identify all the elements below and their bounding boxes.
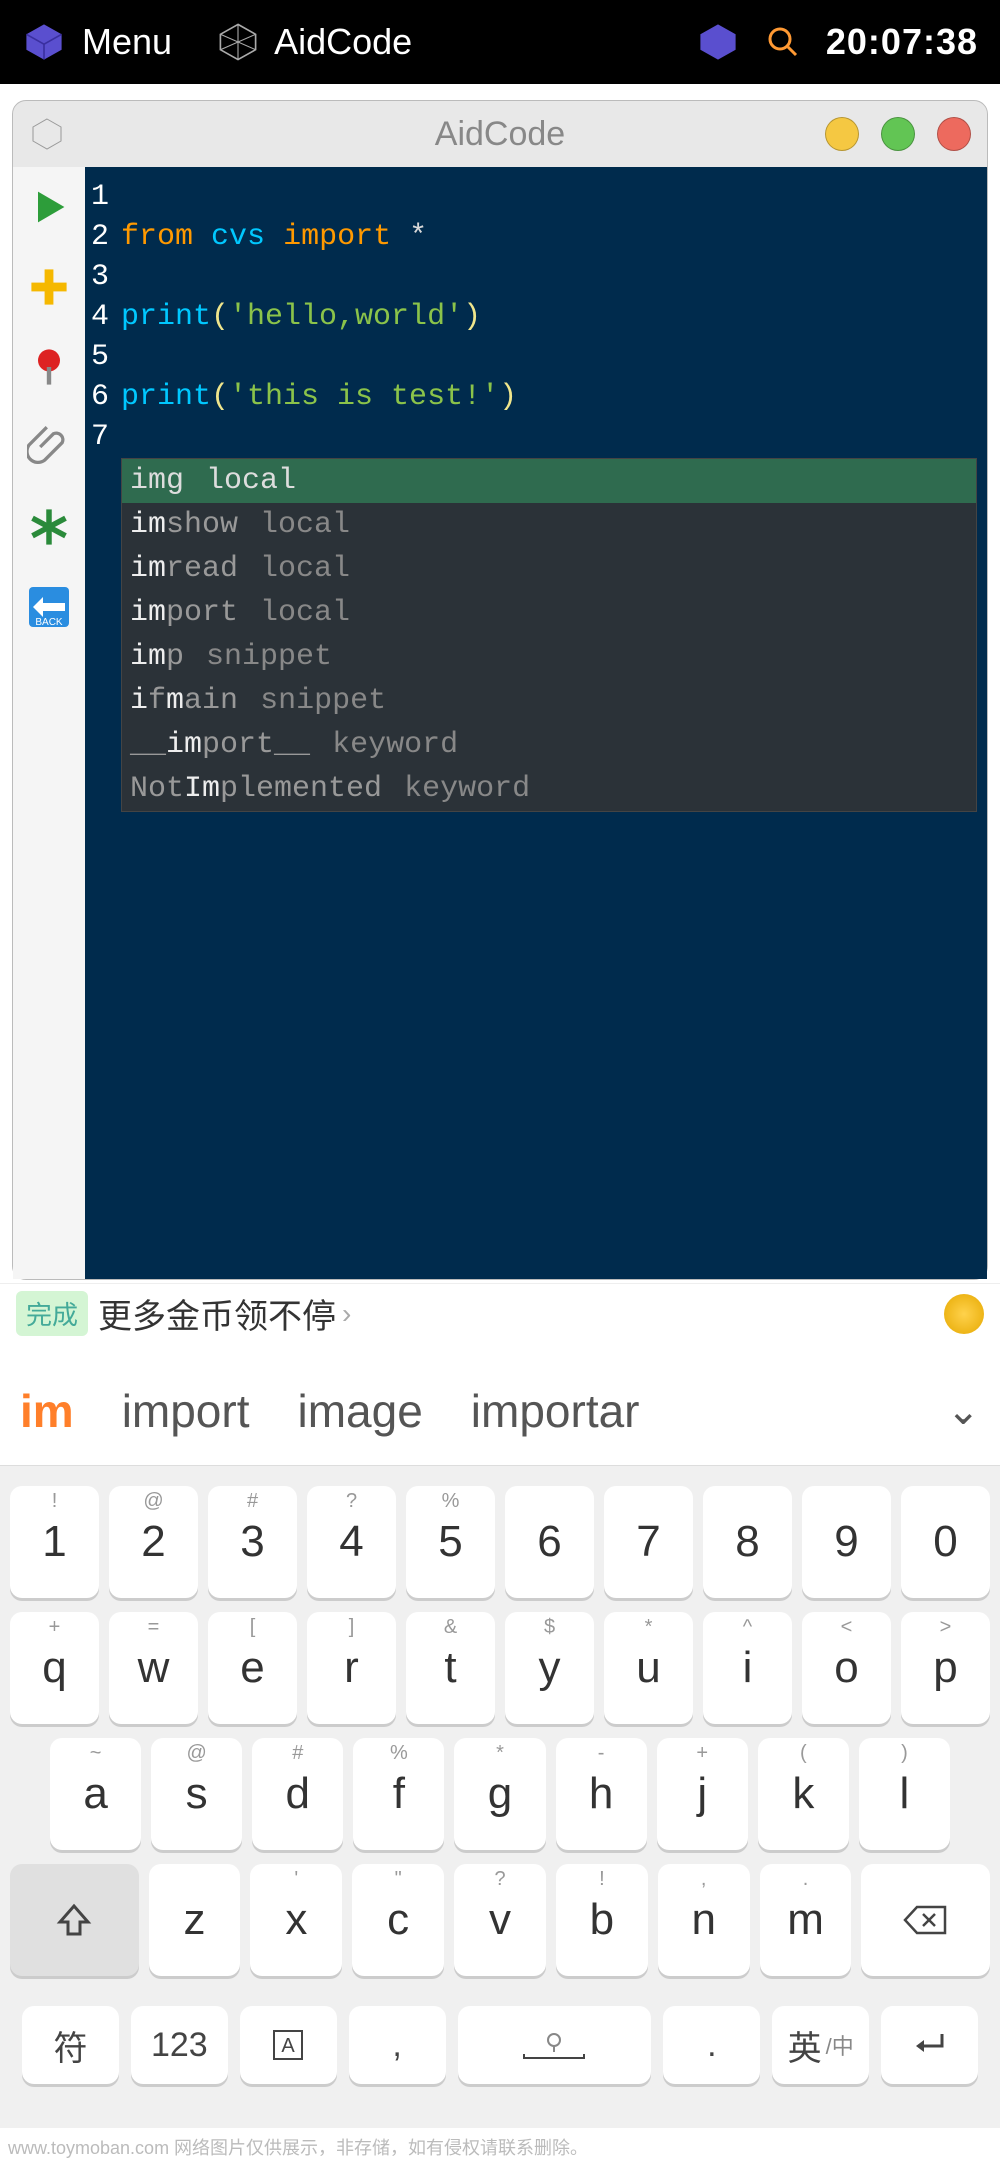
menu-label[interactable]: Menu xyxy=(82,21,172,63)
close-button[interactable] xyxy=(937,117,971,151)
search-icon[interactable] xyxy=(766,25,800,59)
editor-toolbar: BACK xyxy=(13,167,85,1279)
svg-text:BACK: BACK xyxy=(35,617,63,628)
app-name[interactable]: AidCode xyxy=(274,21,412,63)
key-9[interactable]: 9 xyxy=(802,1486,891,1598)
add-icon[interactable] xyxy=(27,265,71,309)
ad-tag: 完成 xyxy=(16,1291,88,1336)
maximize-button[interactable] xyxy=(881,117,915,151)
key-3[interactable]: #3 xyxy=(208,1486,297,1598)
key-row-1: !1@2#3?4%567890 xyxy=(10,1486,990,1598)
run-icon[interactable] xyxy=(27,185,71,229)
key-r[interactable]: ]r xyxy=(307,1612,396,1724)
soft-keyboard: im import image importar ⌄ !1@2#3?4%567890 +… xyxy=(0,1356,1000,2128)
key-k[interactable]: (k xyxy=(758,1738,849,1850)
key-l[interactable]: )l xyxy=(859,1738,950,1850)
suggestion-item[interactable]: importar xyxy=(471,1384,640,1438)
autocomplete-item[interactable]: __import__keyword xyxy=(122,723,976,767)
key-y[interactable]: $y xyxy=(505,1612,594,1724)
suggestion-item[interactable]: im xyxy=(20,1384,74,1438)
suggestion-item[interactable]: image xyxy=(298,1384,423,1438)
key-z[interactable]: z xyxy=(149,1864,241,1976)
key-s[interactable]: @s xyxy=(151,1738,242,1850)
key-f[interactable]: %f xyxy=(353,1738,444,1850)
cube-icon xyxy=(22,20,66,64)
key-h[interactable]: -h xyxy=(556,1738,647,1850)
comma-key[interactable]: , xyxy=(349,2006,446,2084)
minimize-button[interactable] xyxy=(825,117,859,151)
key-v[interactable]: ?v xyxy=(454,1864,546,1976)
window-controls xyxy=(825,117,971,151)
asterisk-icon[interactable] xyxy=(27,505,71,549)
key-row-3: ~a@s#d%f*g-h+j(k)l xyxy=(10,1738,990,1850)
autocomplete-popup[interactable]: imglocalimshowlocalimreadlocalimportloca… xyxy=(121,458,977,812)
key-row-4: z'x"c?v!b,n.m xyxy=(10,1864,990,1976)
key-a[interactable]: ~a xyxy=(50,1738,141,1850)
key-2[interactable]: @2 xyxy=(109,1486,198,1598)
autocomplete-item[interactable]: ifmainsnippet xyxy=(122,679,976,723)
line-gutter: 1234567 xyxy=(85,177,115,457)
key-4[interactable]: ?4 xyxy=(307,1486,396,1598)
period-key[interactable]: . xyxy=(663,2006,760,2084)
key-u[interactable]: *u xyxy=(604,1612,693,1724)
autocomplete-item[interactable]: NotImplementedkeyword xyxy=(122,767,976,811)
key-8[interactable]: 8 xyxy=(703,1486,792,1598)
app-window: AidCode BACK 1234567 from cvs import * p… xyxy=(12,100,988,1280)
svg-text:A: A xyxy=(282,2035,296,2057)
ad-banner[interactable]: 完成 更多金币领不停 › xyxy=(0,1283,1000,1343)
key-m[interactable]: .m xyxy=(760,1864,852,1976)
chevron-down-icon[interactable]: ⌄ xyxy=(946,1388,980,1434)
key-w[interactable]: =w xyxy=(109,1612,198,1724)
watermark-footer: www.toymoban.com 网络图片仅供展示，非存储，如有侵权请联系删除。 xyxy=(0,2128,1000,2166)
coin-icon[interactable] xyxy=(944,1294,984,1334)
ad-text: 更多金币领不停 xyxy=(98,1289,336,1338)
key-d[interactable]: #d xyxy=(252,1738,343,1850)
key-row-2: +q=w[e]r&t$y*u^i<o>p xyxy=(10,1612,990,1724)
autocomplete-item[interactable]: imreadlocal xyxy=(122,547,976,591)
key-i[interactable]: ^i xyxy=(703,1612,792,1724)
chevron-right-icon: › xyxy=(342,1298,351,1330)
keyboard-bottom-row: 符 123 A , . 英/中 xyxy=(10,1990,990,2100)
autocomplete-item[interactable]: imshowlocal xyxy=(122,503,976,547)
space-key[interactable] xyxy=(458,2006,652,2084)
title-bar: AidCode xyxy=(13,101,987,167)
key-x[interactable]: 'x xyxy=(250,1864,342,1976)
input-mode-key[interactable]: A xyxy=(240,2006,337,2084)
key-b[interactable]: !b xyxy=(556,1864,648,1976)
key-0[interactable]: 0 xyxy=(901,1486,990,1598)
key-e[interactable]: [e xyxy=(208,1612,297,1724)
enter-key[interactable] xyxy=(881,2006,978,2084)
key-p[interactable]: >p xyxy=(901,1612,990,1724)
autocomplete-item[interactable]: imglocal xyxy=(122,459,976,503)
key-q[interactable]: +q xyxy=(10,1612,99,1724)
clock: 20:07:38 xyxy=(826,21,978,63)
key-1[interactable]: !1 xyxy=(10,1486,99,1598)
hex-wireframe-icon xyxy=(216,20,260,64)
suggestion-bar: im import image importar ⌄ xyxy=(0,1356,1000,1466)
key-c[interactable]: "c xyxy=(352,1864,444,1976)
suggestion-item[interactable]: import xyxy=(122,1384,250,1438)
pin-icon[interactable] xyxy=(27,345,71,389)
autocomplete-item[interactable]: impsnippet xyxy=(122,635,976,679)
key-5[interactable]: %5 xyxy=(406,1486,495,1598)
numeric-key[interactable]: 123 xyxy=(131,2006,228,2084)
editor-area: BACK 1234567 from cvs import * print('he… xyxy=(13,167,987,1279)
key-g[interactable]: *g xyxy=(454,1738,545,1850)
key-n[interactable]: ,n xyxy=(658,1864,750,1976)
key-o[interactable]: <o xyxy=(802,1612,891,1724)
backspace-key[interactable] xyxy=(861,1864,990,1976)
system-bar: Menu AidCode 20:07:38 xyxy=(0,0,1000,84)
key-t[interactable]: &t xyxy=(406,1612,495,1724)
back-icon[interactable]: BACK xyxy=(27,585,71,629)
language-key[interactable]: 英/中 xyxy=(772,2006,869,2084)
paperclip-icon[interactable] xyxy=(27,425,71,469)
shift-key[interactable] xyxy=(10,1864,139,1976)
key-6[interactable]: 6 xyxy=(505,1486,594,1598)
autocomplete-item[interactable]: importlocal xyxy=(122,591,976,635)
cube-icon-right xyxy=(696,20,740,64)
key-7[interactable]: 7 xyxy=(604,1486,693,1598)
code-editor[interactable]: 1234567 from cvs import * print('hello,w… xyxy=(85,167,987,1279)
key-j[interactable]: +j xyxy=(657,1738,748,1850)
symbol-key[interactable]: 符 xyxy=(22,2006,119,2084)
